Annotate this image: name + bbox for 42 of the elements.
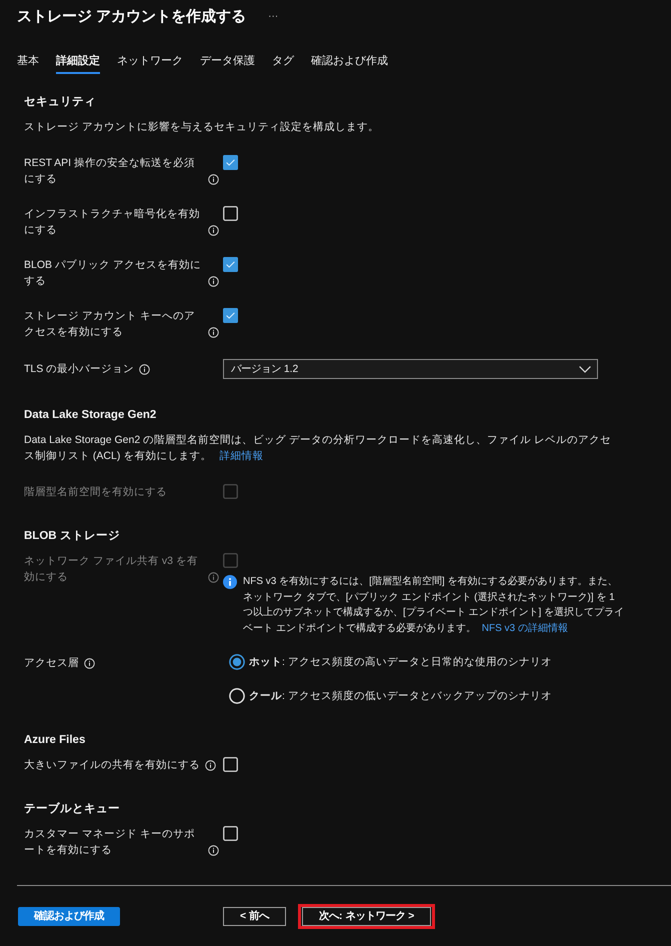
section-heading: セキュリティ (24, 95, 97, 110)
more-button[interactable]: ··· (266, 10, 280, 24)
section-heading: BLOB ストレージ (24, 529, 121, 544)
chevron-down-icon (579, 366, 591, 372)
primary-button[interactable]: 確認および作成 (18, 907, 120, 926)
field-label: REST API 操作の安全な転送を必須にする (24, 156, 196, 187)
field-label: BLOB パブリック アクセスを有効にする (24, 258, 202, 289)
section-heading: テーブルとキュー (24, 801, 121, 818)
field-label: アクセス層 (24, 656, 79, 672)
section-heading: Azure Files (24, 733, 86, 748)
tab[interactable]: データ保護 (200, 54, 255, 74)
field-label: インフラストラクチャ暗号化を有効にする (24, 207, 201, 238)
field-label: 階層型名前空間を有効にする (24, 485, 167, 500)
nav-button[interactable]: 次へ: ネットワーク > (302, 907, 432, 926)
radio-label: ホット: アクセス頻度の高いデータと日常的な使用のシナリオ (249, 655, 552, 670)
tab[interactable]: 詳細設定 (56, 54, 100, 74)
page-title: ストレージ アカウントを作成する (17, 7, 246, 27)
checkbox[interactable] (223, 206, 238, 221)
field-label: カスタマー マネージド キーのサポートを有効にする (24, 827, 196, 858)
tab[interactable]: ネットワーク (117, 54, 183, 74)
field-label: TLS の最小バージョン (24, 362, 134, 377)
section-description: ストレージ アカウントに影響を与えるセキュリティ設定を構成します。 (24, 120, 380, 135)
checkbox[interactable] (223, 826, 238, 842)
field-label: ストレージ アカウント キーへのアクセスを有効にする (24, 309, 196, 340)
info-icon (223, 575, 237, 589)
checkbox[interactable] (223, 308, 238, 323)
learn-more-link[interactable]: 詳細情報 (219, 450, 264, 462)
info-message: NFS v3 を有効にするには、[階層型名前空間] を有効にする必要があります。また、ネットワーク タブで、[パブリック エンドポイント (選択されたネットワーク)] を 1 つ以上のサブネットで構成するか、[プライベート エンドポイント] を選択してプライベート エンドポイントで構成する必要があります。 NFS v3 の詳細情報 (243, 574, 626, 636)
section-heading: Data Lake Storage Gen2 (24, 408, 158, 423)
tab[interactable]: 確認および作成 (311, 54, 388, 74)
section-description: Data Lake Storage Gen2 の階層型名前空間は、ビッグ データの分析ワークロードを高速化し、ファイル レベルのアクセス制御リスト (ACL) を有効にします。 詳細情報 (24, 433, 612, 464)
tab[interactable]: タグ (272, 54, 294, 74)
radio-label: クール: アクセス頻度の低いデータとバックアップのシナリオ (249, 689, 552, 704)
checkbox[interactable] (223, 757, 238, 772)
dropdown-field[interactable]: バージョン 1.2 (223, 359, 598, 379)
radio-button[interactable] (229, 654, 245, 670)
field-label: ネットワーク ファイル共有 v3 を有効にする (24, 554, 199, 585)
checkbox[interactable] (223, 257, 238, 272)
checkbox[interactable] (223, 155, 238, 170)
nav-button[interactable]: < 前へ (223, 907, 286, 926)
tab[interactable]: 基本 (17, 54, 39, 74)
field-label: 大きいファイルの共有を有効にする (24, 758, 200, 774)
